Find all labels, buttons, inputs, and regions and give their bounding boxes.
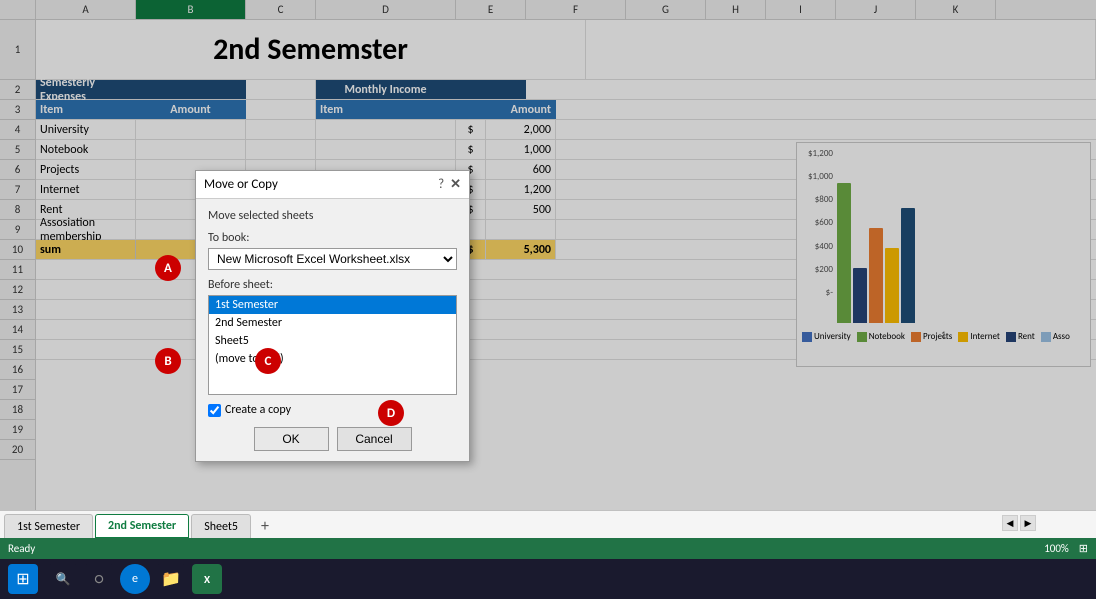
dialog-before-sheet-label: Before sheet: (208, 278, 457, 292)
taskbar-excel[interactable]: X (192, 564, 222, 594)
annotation-c: C (255, 348, 281, 374)
spreadsheet: A B C D E F G H I J K 1 2 3 4 5 6 7 8 9 … (0, 0, 1096, 510)
dialog-to-book-label: To book: (208, 231, 457, 245)
annotation-d: D (378, 400, 404, 426)
dialog-checkbox-row: Create a copy (208, 403, 457, 417)
status-bar: Ready 100% ⊞ (0, 538, 1096, 559)
create-copy-checkbox[interactable] (208, 404, 221, 417)
dialog-buttons: OK Cancel (208, 427, 457, 451)
dialog-move-label: Move selected sheets (208, 209, 457, 223)
dialog-cancel-button[interactable]: Cancel (337, 427, 412, 451)
taskbar-edge[interactable]: e (120, 564, 150, 594)
start-button[interactable]: ⊞ (8, 564, 38, 594)
zoom-level: 100% (1044, 542, 1069, 555)
dialog-controls: ? ✕ (438, 177, 461, 192)
dialog-close-button[interactable]: ✕ (450, 177, 461, 192)
status-text: Ready (8, 542, 35, 555)
sheet-item-2nd[interactable]: 2nd Semester (209, 314, 456, 332)
sheet-item-move-to-end[interactable]: (move to end) (209, 350, 456, 368)
dialog-body: Move selected sheets To book: New Micros… (196, 199, 469, 461)
sheet-item-1st[interactable]: 1st Semester (209, 296, 456, 314)
sheet-item-sheet5[interactable]: Sheet5 (209, 332, 456, 350)
taskbar-search[interactable]: 🔍 (48, 564, 78, 594)
tab-nav: ◀ ▶ (1002, 515, 1036, 531)
sheet-tab-1st-semester[interactable]: 1st Semester (4, 514, 93, 538)
sheet-tab-2nd-semester[interactable]: 2nd Semester (95, 514, 189, 538)
sheet-tabs-bar: 1st Semester 2nd Semester Sheet5 + ◀ ▶ (0, 510, 1096, 538)
taskbar-folder[interactable]: 📁 (156, 564, 186, 594)
create-copy-label: Create a copy (225, 403, 291, 417)
status-right: 100% ⊞ (1044, 542, 1088, 555)
move-copy-dialog: Move or Copy ? ✕ Move selected sheets To… (195, 170, 470, 462)
annotation-a: A (155, 255, 181, 281)
dialog-title: Move or Copy (204, 177, 278, 192)
add-sheet-button[interactable]: + (253, 514, 277, 538)
dialog-help-button[interactable]: ? (438, 177, 444, 192)
annotation-b: B (155, 348, 181, 374)
tab-nav-right[interactable]: ▶ (1020, 515, 1036, 531)
taskbar-cortana[interactable]: ○ (84, 564, 114, 594)
tab-nav-left[interactable]: ◀ (1002, 515, 1018, 531)
dialog-to-book-select[interactable]: New Microsoft Excel Worksheet.xlsx (208, 248, 457, 270)
sheet-list[interactable]: 1st Semester 2nd Semester Sheet5 (move t… (208, 295, 457, 395)
dialog-ok-button[interactable]: OK (254, 427, 329, 451)
taskbar: ⊞ 🔍 ○ e 📁 X (0, 559, 1096, 599)
sheet-tab-sheet5[interactable]: Sheet5 (191, 514, 251, 538)
zoom-icon: ⊞ (1079, 542, 1088, 555)
dialog-titlebar: Move or Copy ? ✕ (196, 171, 469, 199)
dialog-select-row: New Microsoft Excel Worksheet.xlsx (208, 248, 457, 270)
